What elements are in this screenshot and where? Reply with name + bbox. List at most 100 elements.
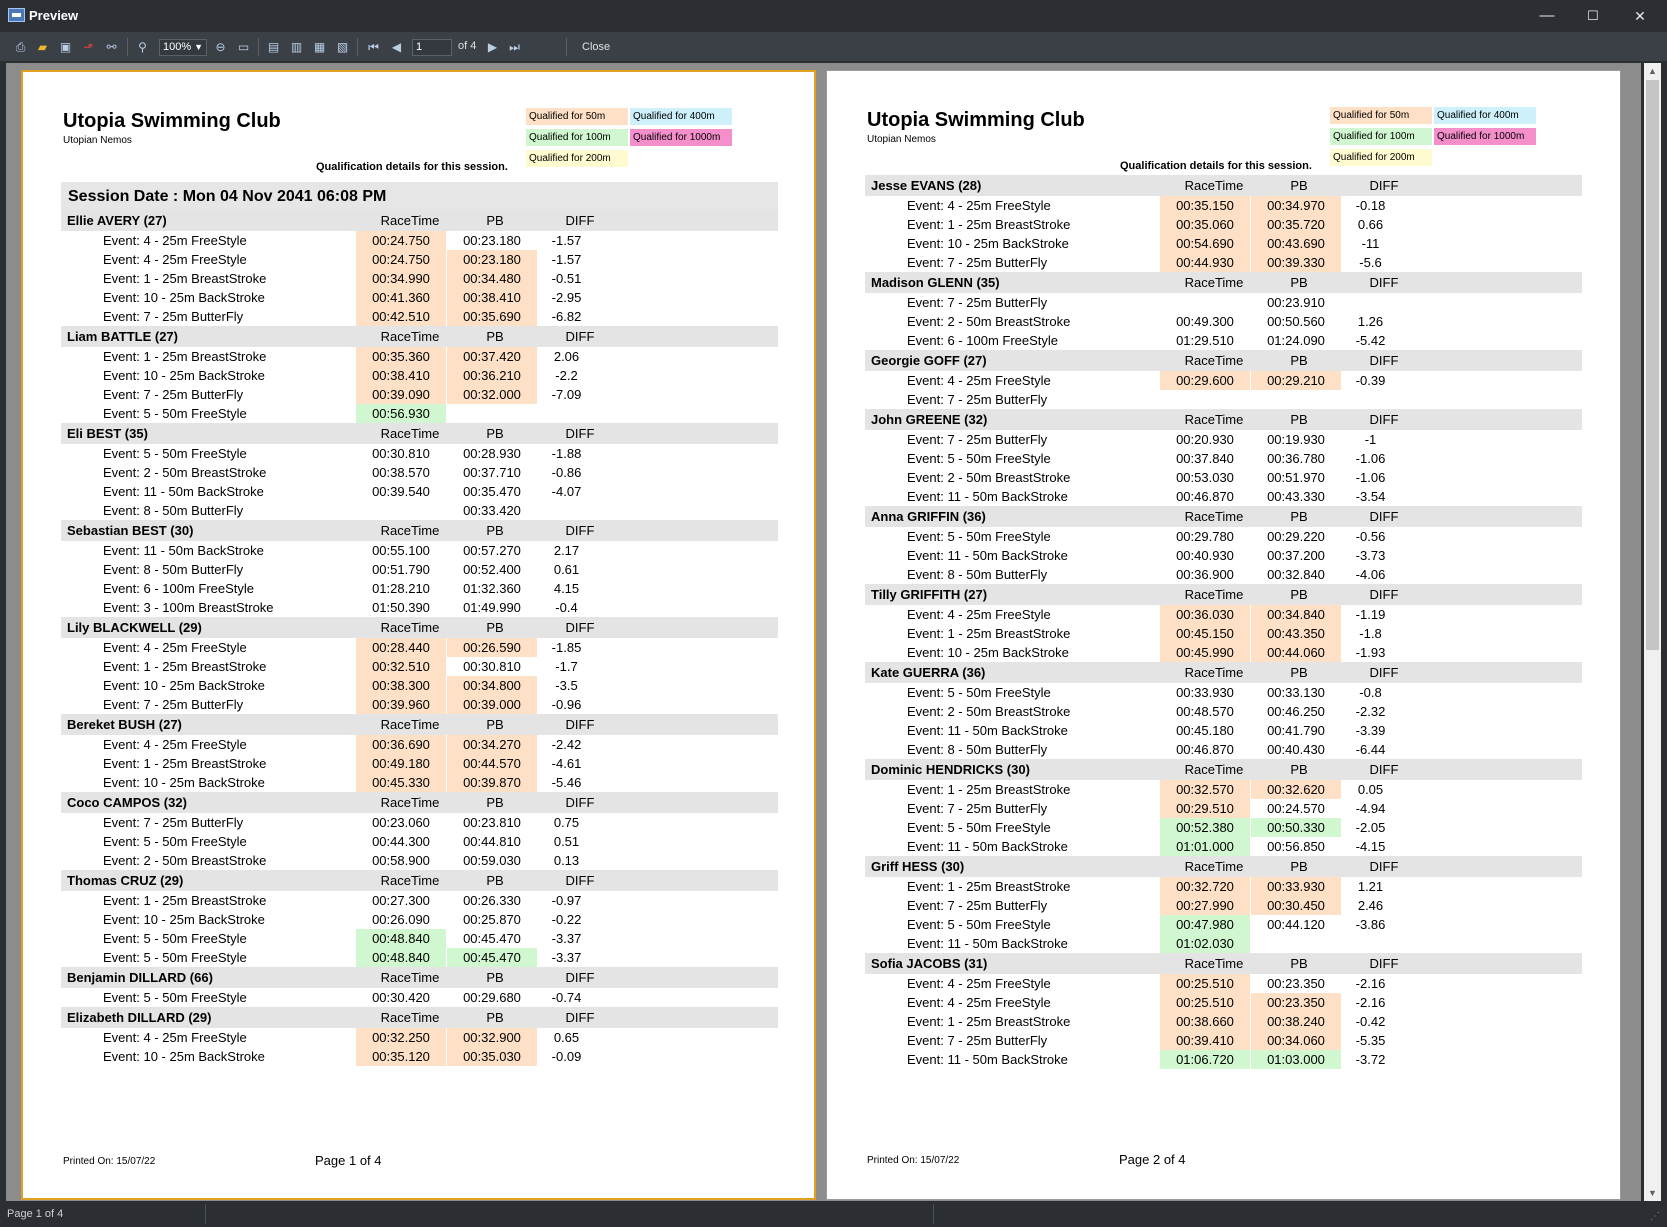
event-name: Event: 1 - 25m BreastStroke — [907, 1014, 1071, 1029]
vertical-scrollbar[interactable]: ▲ ▼ — [1644, 63, 1661, 1201]
race-time-cell: 00:58.900 — [372, 853, 430, 868]
zoom-out-icon[interactable]: ⊖ — [212, 39, 229, 55]
event-row: Event: 7 - 25m ButterFly 00:29.510 00:24.5… — [865, 799, 1582, 818]
zoom-select[interactable]: 100% ▼ — [159, 39, 207, 56]
race-time-cell: 00:39.540 — [372, 484, 430, 499]
diff-cell: -4.61 — [551, 756, 582, 771]
two-page-icon[interactable]: ▥ — [288, 39, 305, 55]
event-row: Event: 11 - 50m BackStroke 00:40.930 00:37… — [865, 546, 1582, 565]
save-icon[interactable]: ▣ — [57, 39, 74, 55]
event-row: Event: 5 - 50m FreeStyle 00:30.420 00:29.6… — [61, 988, 778, 1007]
diff-cell: -2.16 — [1355, 976, 1386, 991]
personal-best-cell: 00:23.910 — [1267, 295, 1325, 310]
personal-best-cell: 00:29.680 — [463, 990, 521, 1005]
race-time-cell: 00:39.960 — [356, 695, 446, 714]
race-time-cell: 00:49.300 — [1176, 314, 1234, 329]
personal-best-cell: 00:45.470 — [463, 931, 521, 946]
zoom-icon[interactable]: ⚲ — [134, 39, 151, 55]
legend-qualified-0: Qualified for 50m — [526, 108, 628, 125]
next-page-icon[interactable]: ▶ — [484, 39, 501, 55]
event-name: Event: 5 - 50m FreeStyle — [103, 990, 247, 1005]
event-row: Event: 11 - 50m BackStroke 01:01.000 00:56… — [865, 837, 1582, 856]
swimmer-name: Coco CAMPOS (32) — [67, 795, 187, 810]
diff-cell: -2.16 — [1355, 995, 1386, 1010]
event-row: Event: 10 - 25m BackStroke 00:35.120 00:35… — [61, 1047, 778, 1066]
scroll-down-icon[interactable]: ▼ — [1644, 1185, 1661, 1201]
page-number-input[interactable]: 1 — [412, 39, 452, 56]
close-preview-button[interactable]: Close — [582, 41, 610, 53]
scroll-up-icon[interactable]: ▲ — [1644, 63, 1661, 79]
title-bar: Preview — ☐ ✕ — [0, 0, 1667, 32]
event-name: Event: 7 - 25m ButterFly — [103, 697, 244, 712]
single-page-icon[interactable]: ▤ — [265, 39, 282, 55]
event-name: Event: 4 - 25m FreeStyle — [103, 737, 247, 752]
racetime-header: RaceTime — [380, 523, 440, 538]
event-row: Event: 7 - 25m ButterFly 00:44.930 00:39.3… — [865, 253, 1582, 272]
scrollbar-thumb[interactable] — [1646, 80, 1659, 650]
minimize-button[interactable]: — — [1524, 0, 1570, 32]
event-name: Event: 1 - 25m BreastStroke — [103, 756, 267, 771]
find-binoculars-icon[interactable]: ⚯ — [103, 39, 120, 55]
race-time-cell: 00:48.840 — [356, 948, 446, 967]
close-window-button[interactable]: ✕ — [1617, 0, 1663, 32]
event-row: Event: 5 - 50m FreeStyle 00:44.300 00:44.8… — [61, 832, 778, 851]
personal-best-cell: 00:32.900 — [447, 1028, 537, 1047]
swimmer-name: Ellie AVERY (27) — [67, 213, 167, 228]
personal-best-cell: 00:45.470 — [447, 948, 537, 967]
open-folder-icon[interactable]: ▰ — [34, 39, 51, 55]
event-name: Event: 4 - 25m FreeStyle — [103, 252, 247, 267]
personal-best-cell: 00:24.570 — [1267, 801, 1325, 816]
event-row: Event: 2 - 50m BreastStroke 00:58.900 00:5… — [61, 851, 778, 870]
event-row: Event: 4 - 25m FreeStyle 00:36.030 00:34.8… — [865, 605, 1582, 624]
diff-cell: -1.8 — [1359, 626, 1382, 641]
edit-page-icon[interactable]: ▧ — [334, 39, 351, 55]
resize-grip-icon[interactable]: ⋰ — [1650, 1211, 1660, 1222]
swimmer-name: Elizabeth DILLARD (29) — [67, 1010, 212, 1025]
last-page-icon[interactable]: ⏭ — [506, 39, 523, 55]
previous-page-icon[interactable]: ◀ — [388, 39, 405, 55]
page-setup-icon[interactable]: ▦ — [311, 39, 328, 55]
event-row: Event: 7 - 25m ButterFly 00:39.090 00:32.0… — [61, 385, 778, 404]
race-time-cell — [1160, 390, 1250, 409]
diff-cell: 1.21 — [1357, 879, 1384, 894]
event-name: Event: 11 - 50m BackStroke — [907, 839, 1068, 854]
event-row: Event: 2 - 50m BreastStroke 00:48.570 00:4… — [865, 702, 1582, 721]
maximize-button[interactable]: ☐ — [1570, 0, 1616, 32]
personal-best-cell: 00:23.350 — [1251, 993, 1341, 1012]
window-title: Preview — [29, 8, 79, 23]
event-name: Event: 7 - 25m ButterFly — [907, 432, 1048, 447]
personal-best-cell: 00:28.930 — [463, 446, 521, 461]
race-time-cell: 00:46.870 — [1176, 742, 1234, 757]
diff-cell: -0.4 — [555, 600, 578, 615]
event-name: Event: 10 - 25m BackStroke — [103, 290, 265, 305]
racetime-header: RaceTime — [380, 426, 440, 441]
swimmer-header-row: Thomas CRUZ (29) RaceTime PB DIFF — [61, 870, 778, 891]
event-row: Event: 1 - 25m BreastStroke 00:45.150 00:4… — [865, 624, 1582, 643]
event-row: Event: 4 - 25m FreeStyle 00:29.600 00:29.2… — [865, 371, 1582, 390]
event-name: Event: 10 - 25m BackStroke — [103, 1049, 265, 1064]
diff-cell: 0.61 — [553, 562, 580, 577]
pb-header: PB — [1290, 275, 1308, 290]
race-time-cell: 00:26.090 — [372, 912, 430, 927]
event-name: Event: 1 - 25m BreastStroke — [103, 271, 267, 286]
event-name: Event: 10 - 25m BackStroke — [907, 645, 1069, 660]
event-row: Event: 4 - 25m FreeStyle 00:36.690 00:34.2… — [61, 735, 778, 754]
print-icon[interactable]: ⎙ — [12, 39, 29, 55]
fit-page-icon[interactable]: ▭ — [235, 39, 252, 55]
first-page-icon[interactable]: ⏮ — [365, 39, 382, 55]
event-name: Event: 4 - 25m FreeStyle — [103, 1030, 247, 1045]
personal-best-cell: 00:40.430 — [1267, 742, 1325, 757]
pdf-export-icon[interactable]: ⬏ — [80, 39, 97, 55]
swimmer-header-row: Coco CAMPOS (32) RaceTime PB DIFF — [61, 792, 778, 813]
swimmer-name: John GREENE (32) — [871, 412, 988, 427]
race-time-cell: 00:20.930 — [1176, 432, 1234, 447]
event-row: Event: 7 - 25m ButterFly 00:20.930 00:19.9… — [865, 430, 1582, 449]
qualification-title: Qualification details for this session. — [316, 161, 508, 173]
personal-best-cell: 00:37.200 — [1267, 548, 1325, 563]
event-name: Event: 4 - 25m FreeStyle — [907, 198, 1051, 213]
pb-header: PB — [1290, 178, 1308, 193]
event-row: Event: 1 - 25m BreastStroke 00:32.510 00:3… — [61, 657, 778, 676]
event-row: Event: 6 - 100m FreeStyle 01:29.510 01:24.… — [865, 331, 1582, 350]
diff-cell: -4.15 — [1355, 839, 1386, 854]
event-row: Event: 5 - 50m FreeStyle 00:48.840 00:45.4… — [61, 929, 778, 948]
